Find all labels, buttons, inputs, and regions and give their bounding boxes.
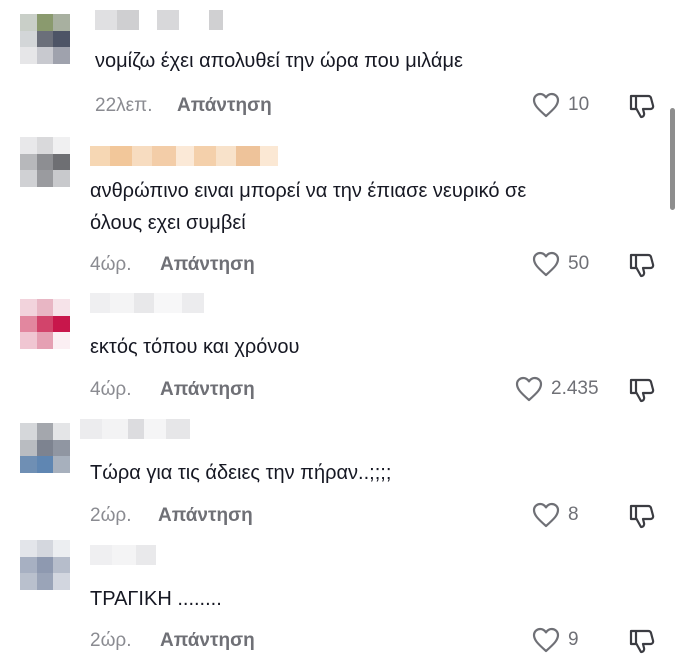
comment-item: ΤΡΑΓΙΚΗ ........ 2ώρ. Απάντηση 9	[0, 530, 680, 659]
dislike-button[interactable]	[628, 627, 656, 660]
thumbs-down-outline-icon	[629, 253, 655, 278]
like-count: 10	[568, 94, 590, 115]
comment-text: Τώρα για τις άδειες την πήραν..;;;;	[90, 457, 391, 489]
scrollbar-thumb[interactable]	[670, 108, 675, 210]
dislike-button[interactable]	[628, 251, 656, 284]
reply-button[interactable]: Απάντηση	[158, 505, 253, 527]
reply-button[interactable]: Απάντηση	[160, 254, 255, 276]
thumbs-down-outline-icon	[629, 629, 655, 654]
comment-text: νομίζω έχει απολυθεί την ώρα που μιλάμε	[95, 45, 463, 77]
username-obscured[interactable]	[80, 419, 190, 439]
heart-outline-icon	[532, 502, 560, 528]
comment-timestamp: 2ώρ.	[90, 505, 132, 526]
reply-button[interactable]: Απάντηση	[160, 379, 255, 401]
like-count: 50	[568, 253, 590, 274]
thumbs-down-outline-icon	[629, 378, 655, 403]
username-obscured[interactable]	[95, 10, 223, 30]
comment-text-line: εκτός τόπου και χρόνου	[90, 336, 300, 358]
reply-button[interactable]: Απάντηση	[177, 95, 272, 117]
heart-outline-icon	[532, 251, 560, 277]
avatar[interactable]	[20, 540, 70, 590]
thumbs-down-outline-icon	[629, 94, 655, 119]
heart-outline-icon	[532, 92, 560, 118]
comment-text-line: νομίζω έχει απολυθεί την ώρα που μιλάμε	[95, 50, 463, 72]
thumbs-down-outline-icon	[629, 504, 655, 529]
dislike-button[interactable]	[628, 92, 656, 125]
comment-text: ανθρώπινο ειναι μπορεί να την έπιασε νευ…	[90, 175, 526, 239]
like-count: 2.435	[551, 378, 599, 399]
reply-button[interactable]: Απάντηση	[160, 630, 255, 652]
username-obscured[interactable]	[90, 146, 278, 166]
like-button[interactable]: 2.435	[515, 376, 599, 402]
comment-timestamp: 22λεπ.	[95, 95, 153, 116]
comment-text-line: όλους εχει συμβεί	[90, 212, 246, 234]
like-button[interactable]: 9	[532, 627, 579, 653]
comment-timestamp: 4ώρ.	[90, 379, 132, 400]
like-button[interactable]: 8	[532, 502, 579, 528]
comment-timestamp: 2ώρ.	[90, 630, 132, 651]
avatar[interactable]	[20, 14, 70, 64]
comment-text-line: ΤΡΑΓΙΚΗ ........	[90, 588, 222, 610]
comment-text: ΤΡΑΓΙΚΗ ........	[90, 583, 222, 615]
comment-text-line: Τώρα για τις άδειες την πήραν..;;;;	[90, 462, 392, 484]
like-button[interactable]: 50	[532, 251, 589, 277]
comment-item: εκτός τόπου και χρόνου 4ώρ. Απάντηση 2.4…	[0, 285, 680, 403]
like-button[interactable]: 10	[532, 92, 589, 118]
heart-outline-icon	[532, 627, 560, 653]
comment-item: Τώρα για τις άδειες την πήραν..;;;; 2ώρ.…	[0, 403, 680, 530]
comment-text-line: ανθρώπινο ειναι μπορεί να την έπιασε νευ…	[90, 180, 527, 202]
username-obscured[interactable]	[90, 293, 204, 313]
avatar[interactable]	[20, 137, 70, 187]
comment-timestamp: 4ώρ.	[90, 254, 132, 275]
comment-text: εκτός τόπου και χρόνου	[90, 331, 299, 363]
comment-item: νομίζω έχει απολυθεί την ώρα που μιλάμε …	[0, 0, 680, 125]
username-obscured[interactable]	[90, 545, 156, 565]
comment-item: ανθρώπινο ειναι μπορεί να την έπιασε νευ…	[0, 125, 680, 285]
heart-outline-icon	[515, 376, 543, 402]
avatar[interactable]	[20, 423, 70, 473]
avatar[interactable]	[20, 299, 70, 349]
like-count: 9	[568, 629, 579, 650]
like-count: 8	[568, 504, 579, 525]
